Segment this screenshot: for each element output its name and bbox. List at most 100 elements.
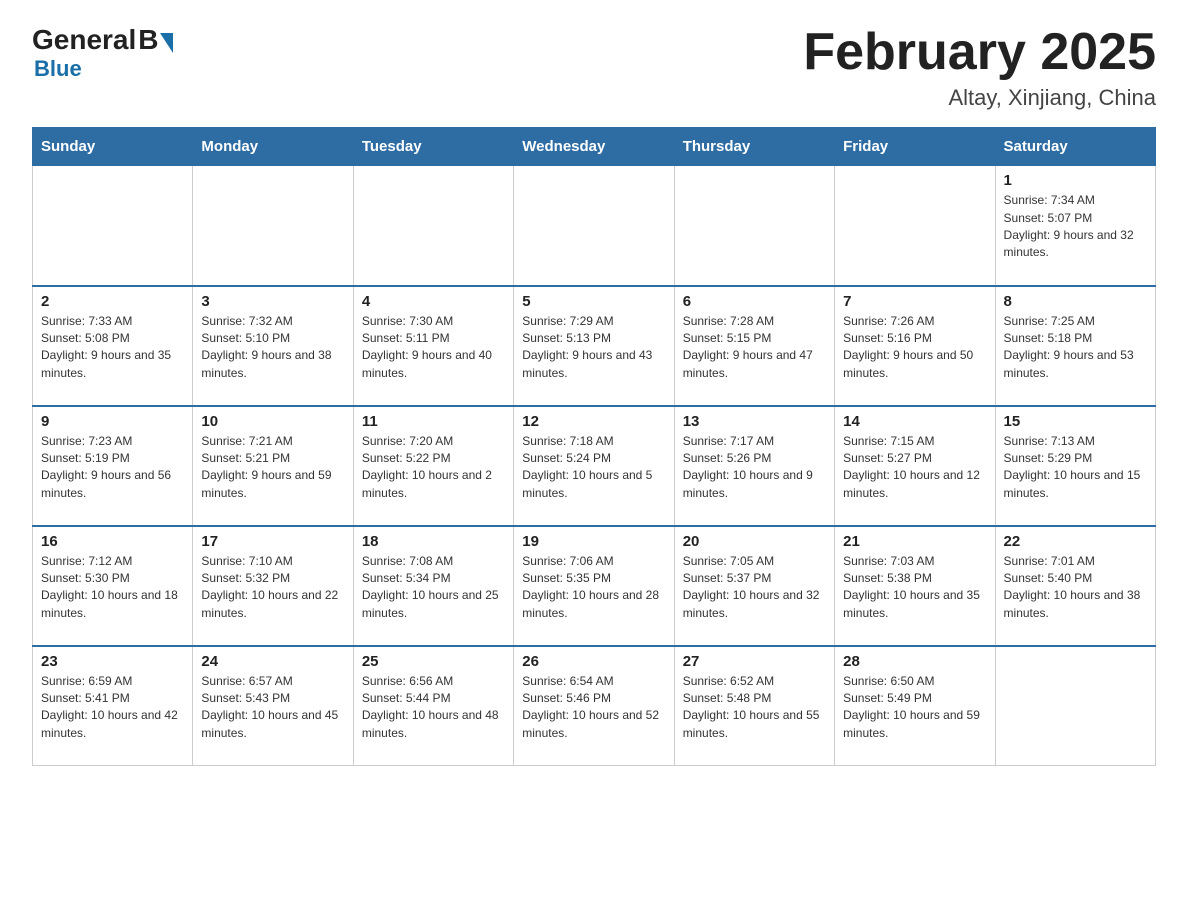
logo-general: General [32, 24, 136, 56]
day-number: 3 [201, 293, 344, 310]
table-row: 13Sunrise: 7:17 AMSunset: 5:26 PMDayligh… [674, 406, 834, 526]
table-row: 23 Sunrise: 6:59 AMSunset: 5:41 PMDayligh… [33, 646, 193, 766]
table-row: 3 Sunrise: 7:32 AMSunset: 5:10 PMDaylight… [193, 286, 353, 406]
table-row: 20 Sunrise: 7:05 AMSunset: 5:37 PMDayligh… [674, 526, 834, 646]
day-info: Sunrise: 6:50 AMSunset: 5:49 PMDaylight:… [843, 673, 986, 743]
logo-b-letter: B [138, 24, 158, 56]
day-info: Sunrise: 7:20 AMSunset: 5:22 PMDaylight:… [362, 433, 505, 503]
calendar-header-row: Sunday Monday Tuesday Wednesday Thursday… [33, 128, 1156, 166]
calendar-week-row: 2 Sunrise: 7:33 AMSunset: 5:08 PMDaylight… [33, 286, 1156, 406]
day-number: 26 [522, 653, 665, 670]
day-number: 12 [522, 413, 665, 430]
col-thursday: Thursday [674, 128, 834, 166]
table-row [193, 166, 353, 286]
col-monday: Monday [193, 128, 353, 166]
day-info: Sunrise: 7:25 AMSunset: 5:18 PMDaylight:… [1004, 313, 1147, 383]
calendar-title-block: February 2025 Altay, Xinjiang, China [803, 24, 1156, 111]
calendar-title: February 2025 [803, 24, 1156, 81]
day-info: Sunrise: 7:17 AMSunset: 5:26 PMDaylight:… [683, 433, 826, 503]
day-number: 18 [362, 533, 505, 550]
table-row: 4 Sunrise: 7:30 AMSunset: 5:11 PMDaylight… [353, 286, 513, 406]
col-friday: Friday [835, 128, 995, 166]
day-number: 10 [201, 413, 344, 430]
day-info: Sunrise: 7:30 AMSunset: 5:11 PMDaylight:… [362, 313, 505, 383]
table-row: 15 Sunrise: 7:13 AMSunset: 5:29 PMDayligh… [995, 406, 1155, 526]
day-info: Sunrise: 7:34 AMSunset: 5:07 PMDaylight:… [1004, 192, 1147, 262]
day-number: 28 [843, 653, 986, 670]
table-row: 1 Sunrise: 7:34 AMSunset: 5:07 PMDaylight… [995, 166, 1155, 286]
table-row [353, 166, 513, 286]
day-info: Sunrise: 6:59 AMSunset: 5:41 PMDaylight:… [41, 673, 184, 743]
calendar-week-row: 23 Sunrise: 6:59 AMSunset: 5:41 PMDayligh… [33, 646, 1156, 766]
day-info: Sunrise: 7:03 AMSunset: 5:38 PMDaylight:… [843, 553, 986, 623]
table-row: 18 Sunrise: 7:08 AMSunset: 5:34 PMDayligh… [353, 526, 513, 646]
day-info: Sunrise: 7:21 AMSunset: 5:21 PMDaylight:… [201, 433, 344, 503]
day-number: 14 [843, 413, 986, 430]
day-number: 9 [41, 413, 184, 430]
day-number: 11 [362, 413, 505, 430]
table-row [674, 166, 834, 286]
day-info: Sunrise: 6:57 AMSunset: 5:43 PMDaylight:… [201, 673, 344, 743]
day-number: 23 [41, 653, 184, 670]
day-number: 17 [201, 533, 344, 550]
day-info: Sunrise: 7:15 AMSunset: 5:27 PMDaylight:… [843, 433, 986, 503]
table-row: 17 Sunrise: 7:10 AMSunset: 5:32 PMDayligh… [193, 526, 353, 646]
col-saturday: Saturday [995, 128, 1155, 166]
day-info: Sunrise: 7:32 AMSunset: 5:10 PMDaylight:… [201, 313, 344, 383]
day-number: 22 [1004, 533, 1147, 550]
table-row: 16 Sunrise: 7:12 AMSunset: 5:30 PMDayligh… [33, 526, 193, 646]
table-row: 12 Sunrise: 7:18 AMSunset: 5:24 PMDayligh… [514, 406, 674, 526]
day-number: 20 [683, 533, 826, 550]
day-number: 5 [522, 293, 665, 310]
day-number: 24 [201, 653, 344, 670]
day-number: 6 [683, 293, 826, 310]
day-info: Sunrise: 7:10 AMSunset: 5:32 PMDaylight:… [201, 553, 344, 623]
day-info: Sunrise: 7:12 AMSunset: 5:30 PMDaylight:… [41, 553, 184, 623]
day-number: 1 [1004, 172, 1147, 189]
table-row [995, 646, 1155, 766]
calendar-week-row: 1 Sunrise: 7:34 AMSunset: 5:07 PMDaylight… [33, 166, 1156, 286]
table-row: 27 Sunrise: 6:52 AMSunset: 5:48 PMDayligh… [674, 646, 834, 766]
day-number: 16 [41, 533, 184, 550]
day-info: Sunrise: 7:18 AMSunset: 5:24 PMDaylight:… [522, 433, 665, 503]
table-row: 7Sunrise: 7:26 AMSunset: 5:16 PMDaylight… [835, 286, 995, 406]
table-row: 21 Sunrise: 7:03 AMSunset: 5:38 PMDayligh… [835, 526, 995, 646]
table-row [33, 166, 193, 286]
calendar-table: Sunday Monday Tuesday Wednesday Thursday… [32, 127, 1156, 766]
calendar-week-row: 9 Sunrise: 7:23 AMSunset: 5:19 PMDaylight… [33, 406, 1156, 526]
table-row [835, 166, 995, 286]
day-info: Sunrise: 7:05 AMSunset: 5:37 PMDaylight:… [683, 553, 826, 623]
day-info: Sunrise: 7:28 AMSunset: 5:15 PMDaylight:… [683, 313, 826, 383]
table-row: 5 Sunrise: 7:29 AMSunset: 5:13 PMDaylight… [514, 286, 674, 406]
day-number: 25 [362, 653, 505, 670]
logo: General B Blue [32, 24, 173, 82]
day-number: 15 [1004, 413, 1147, 430]
day-info: Sunrise: 7:33 AMSunset: 5:08 PMDaylight:… [41, 313, 184, 383]
table-row: 14 Sunrise: 7:15 AMSunset: 5:27 PMDayligh… [835, 406, 995, 526]
table-row: 26Sunrise: 6:54 AMSunset: 5:46 PMDayligh… [514, 646, 674, 766]
day-number: 2 [41, 293, 184, 310]
day-info: Sunrise: 7:13 AMSunset: 5:29 PMDaylight:… [1004, 433, 1147, 503]
table-row: 28 Sunrise: 6:50 AMSunset: 5:49 PMDayligh… [835, 646, 995, 766]
day-number: 8 [1004, 293, 1147, 310]
table-row: 9 Sunrise: 7:23 AMSunset: 5:19 PMDaylight… [33, 406, 193, 526]
day-info: Sunrise: 6:52 AMSunset: 5:48 PMDaylight:… [683, 673, 826, 743]
day-info: Sunrise: 7:01 AMSunset: 5:40 PMDaylight:… [1004, 553, 1147, 623]
table-row: 11 Sunrise: 7:20 AMSunset: 5:22 PMDayligh… [353, 406, 513, 526]
table-row: 2 Sunrise: 7:33 AMSunset: 5:08 PMDaylight… [33, 286, 193, 406]
day-info: Sunrise: 6:56 AMSunset: 5:44 PMDaylight:… [362, 673, 505, 743]
col-sunday: Sunday [33, 128, 193, 166]
day-info: Sunrise: 7:08 AMSunset: 5:34 PMDaylight:… [362, 553, 505, 623]
logo-blue: Blue [34, 56, 173, 82]
day-number: 19 [522, 533, 665, 550]
day-number: 21 [843, 533, 986, 550]
table-row: 25 Sunrise: 6:56 AMSunset: 5:44 PMDayligh… [353, 646, 513, 766]
page-header: General B Blue February 2025 Altay, Xinj… [32, 24, 1156, 111]
table-row: 6 Sunrise: 7:28 AMSunset: 5:15 PMDaylight… [674, 286, 834, 406]
day-number: 4 [362, 293, 505, 310]
day-info: Sunrise: 7:29 AMSunset: 5:13 PMDaylight:… [522, 313, 665, 383]
col-tuesday: Tuesday [353, 128, 513, 166]
table-row: 24 Sunrise: 6:57 AMSunset: 5:43 PMDayligh… [193, 646, 353, 766]
day-number: 27 [683, 653, 826, 670]
day-info: Sunrise: 7:23 AMSunset: 5:19 PMDaylight:… [41, 433, 184, 503]
